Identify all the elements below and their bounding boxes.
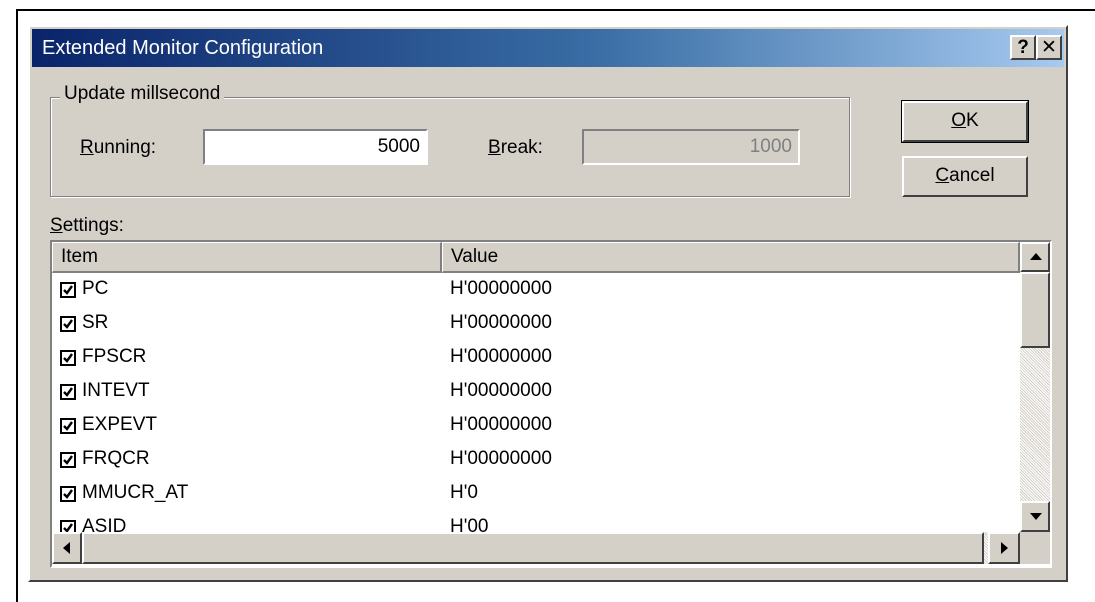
check-icon xyxy=(63,353,73,363)
check-icon xyxy=(63,455,73,465)
row-item: PC xyxy=(82,278,109,299)
row-item: FPSCR xyxy=(82,346,147,367)
settings-row[interactable]: MMUCR_AT H'0 xyxy=(52,478,1020,512)
row-item: SR xyxy=(82,312,109,333)
arrow-right-icon xyxy=(1001,542,1008,554)
cancel-button[interactable]: Cancel xyxy=(902,156,1028,197)
close-icon: ✕ xyxy=(1041,37,1057,58)
running-label-text: unning: xyxy=(93,137,157,158)
ok-mnemonic: O xyxy=(951,110,967,131)
row-value: H'00000000 xyxy=(450,346,552,367)
scroll-right-button[interactable] xyxy=(988,532,1020,564)
title-bar[interactable]: Extended Monitor Configuration ? ✕ xyxy=(32,29,1064,67)
settings-label-text: ettings: xyxy=(62,215,124,236)
arrow-left-icon xyxy=(63,542,70,554)
arrow-down-icon xyxy=(1030,513,1042,520)
row-value: H'00000000 xyxy=(450,448,552,469)
horizontal-scrollbar[interactable] xyxy=(52,532,1020,564)
settings-mnemonic: S xyxy=(50,215,63,236)
row-value: H'00000000 xyxy=(450,312,552,333)
vertical-scrollbar[interactable] xyxy=(1020,242,1050,532)
running-input[interactable]: 5000 xyxy=(203,129,428,165)
row-checkbox[interactable] xyxy=(60,486,76,502)
cancel-mnemonic: C xyxy=(935,165,950,186)
row-checkbox[interactable] xyxy=(60,316,76,332)
settings-row[interactable]: SR H'00000000 xyxy=(52,308,1020,342)
row-item: FRQCR xyxy=(82,448,150,469)
check-icon xyxy=(63,489,73,499)
row-checkbox[interactable] xyxy=(60,350,76,366)
running-label: Running: xyxy=(80,137,156,159)
cancel-label-text: ancel xyxy=(949,165,995,186)
dialog-title: Extended Monitor Configuration xyxy=(42,37,324,59)
arrow-up-icon xyxy=(1030,253,1042,260)
row-checkbox[interactable] xyxy=(60,452,76,468)
horizontal-scroll-thumb[interactable] xyxy=(82,532,984,564)
check-icon xyxy=(63,387,73,397)
scroll-left-button[interactable] xyxy=(52,532,82,564)
group-legend: Update millsecond xyxy=(60,83,225,105)
running-mnemonic: R xyxy=(80,137,94,158)
row-value: H'00000000 xyxy=(450,278,552,299)
row-value: H'0 xyxy=(450,482,478,503)
page-frame-left xyxy=(16,9,18,602)
break-label: Break: xyxy=(488,137,543,159)
column-header-item[interactable]: Item xyxy=(52,242,442,273)
settings-list[interactable]: Item Value PC H'00000000 SR H'00000000 F… xyxy=(50,240,1052,568)
check-icon xyxy=(63,285,73,295)
check-icon xyxy=(63,319,73,329)
page-frame-top xyxy=(16,9,1095,11)
settings-row[interactable]: INTEVT H'00000000 xyxy=(52,376,1020,410)
break-mnemonic: B xyxy=(488,137,501,158)
row-checkbox[interactable] xyxy=(60,384,76,400)
vertical-scroll-thumb[interactable] xyxy=(1020,272,1050,348)
row-checkbox[interactable] xyxy=(60,282,76,298)
break-label-text: reak: xyxy=(500,137,543,158)
help-button[interactable]: ? xyxy=(1010,35,1036,60)
row-checkbox[interactable] xyxy=(60,418,76,434)
check-icon xyxy=(63,421,73,431)
column-header-value[interactable]: Value xyxy=(442,242,1020,273)
scroll-up-button[interactable] xyxy=(1020,242,1050,272)
extended-monitor-dialog: Extended Monitor Configuration ? ✕ Updat… xyxy=(28,25,1068,582)
close-button[interactable]: ✕ xyxy=(1036,35,1062,60)
row-value: H'00000000 xyxy=(450,380,552,401)
row-value: H'00000000 xyxy=(450,414,552,435)
break-input: 1000 xyxy=(582,129,800,165)
settings-row[interactable]: PC H'00000000 xyxy=(52,274,1020,308)
scroll-down-button[interactable] xyxy=(1020,501,1050,532)
row-item: EXPEVT xyxy=(82,414,157,435)
settings-row[interactable]: EXPEVT H'00000000 xyxy=(52,410,1020,444)
ok-label-text: K xyxy=(966,110,979,131)
row-item: MMUCR_AT xyxy=(82,482,189,503)
help-icon: ? xyxy=(1017,37,1029,58)
ok-button[interactable]: OK xyxy=(901,100,1029,143)
settings-row[interactable]: FPSCR H'00000000 xyxy=(52,342,1020,376)
scrollbar-corner xyxy=(1020,532,1050,564)
settings-row[interactable]: FRQCR H'00000000 xyxy=(52,444,1020,478)
row-item: INTEVT xyxy=(82,380,150,401)
settings-label: Settings: xyxy=(50,215,124,237)
